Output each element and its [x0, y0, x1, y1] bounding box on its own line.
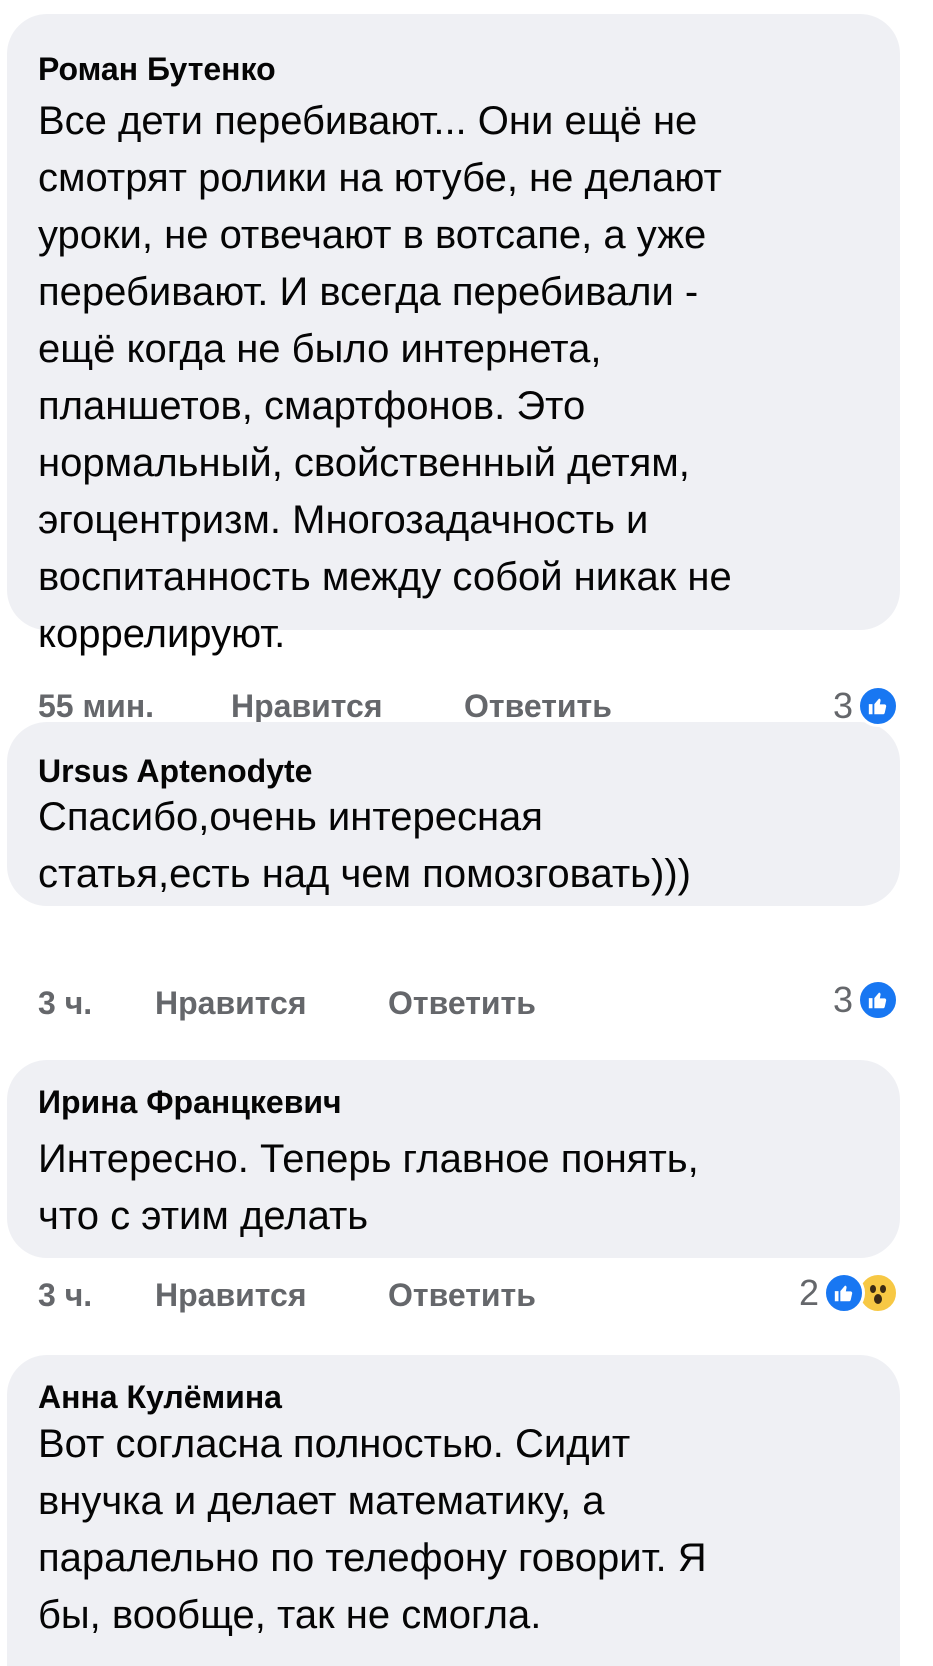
- comment-text-line: воспитанность между собой никак не: [38, 555, 732, 599]
- comment-timestamp[interactable]: 55 мин.: [38, 686, 154, 726]
- comment-text-line: уроки, не отвечают в вотсапе, а уже: [38, 213, 707, 257]
- comment-text-line: смотрят ролики на ютубе, не делают: [38, 156, 722, 200]
- comment-text: Спасибо,очень интересная статья,есть над…: [38, 789, 880, 903]
- comment-text-line: статья,есть над чем помозговать))): [38, 852, 691, 896]
- comment-text: Все дети перебивают... Они ещё не смотря…: [38, 93, 880, 663]
- comment-text-line: что с этим делать: [38, 1194, 369, 1238]
- comment-text-line: Спасибо,очень интересная: [38, 795, 543, 839]
- comment-meta: 3 ч. Нравится Ответить: [38, 1275, 898, 1315]
- comment-text-line: перебивают. И всегда перебивали -: [38, 270, 699, 314]
- comment-author[interactable]: Ursus Aptenodyte: [38, 751, 312, 791]
- comment-text-line: нормальный, свойственный детям,: [38, 441, 690, 485]
- comment-text-line: эгоцентризм. Многозадачность и: [38, 498, 649, 542]
- comment-text-line: коррелируют.: [38, 612, 286, 656]
- reply-button[interactable]: Ответить: [388, 1275, 536, 1315]
- comment-meta: 55 мин. Нравится Ответить: [38, 686, 898, 726]
- like-icon: [823, 1272, 865, 1314]
- comment-author[interactable]: Роман Бутенко: [38, 49, 276, 89]
- comment-text-line: Все дети перебивают... Они ещё не: [38, 99, 698, 143]
- comment-text: Интересно. Теперь главное понять, что с …: [38, 1131, 880, 1245]
- comment-text-line: паралельно по телефону говорит. Я: [38, 1536, 707, 1580]
- comment-text-line: планшетов, смартфонов. Это: [38, 384, 586, 428]
- reply-button[interactable]: Ответить: [464, 686, 612, 726]
- comment-bubble[interactable]: Ирина Францкевич Интересно. Теперь главн…: [7, 1060, 900, 1258]
- like-button[interactable]: Нравится: [155, 1275, 307, 1315]
- like-button[interactable]: Нравится: [231, 686, 383, 726]
- reaction-summary[interactable]: 3: [832, 979, 899, 1021]
- reply-button[interactable]: Ответить: [388, 983, 536, 1023]
- like-icon: [857, 685, 899, 727]
- like-icon: [857, 979, 899, 1021]
- comment-text-line: ещё когда не было интернета,: [38, 327, 602, 371]
- comment-bubble[interactable]: Роман Бутенко Все дети перебивают... Они…: [7, 14, 900, 656]
- reaction-count: 2: [798, 1272, 819, 1313]
- reaction-summary[interactable]: 2: [798, 1272, 899, 1314]
- comment-bubble[interactable]: Анна Кулёмина Вот согласна полностью. Си…: [7, 1355, 900, 1666]
- comment-bubble[interactable]: Ursus Aptenodyte Спасибо,очень интересна…: [7, 722, 900, 906]
- comment-text-line: Вот согласна полностью. Сидит: [38, 1422, 631, 1466]
- comment-timestamp[interactable]: 3 ч.: [38, 983, 92, 1023]
- comment-text-line: Интересно. Теперь главное понять,: [38, 1137, 699, 1181]
- like-button[interactable]: Нравится: [155, 983, 307, 1023]
- comment-text-line: внучка и делает математику, а: [38, 1479, 605, 1523]
- reaction-count: 3: [832, 979, 853, 1020]
- comment-meta: 3 ч. Нравится Ответить: [38, 983, 898, 1023]
- comment-author[interactable]: Анна Кулёмина: [38, 1377, 282, 1417]
- reaction-count: 3: [832, 685, 853, 726]
- comment-timestamp[interactable]: 3 ч.: [38, 1275, 92, 1315]
- comment-text-line: бы, вообще, так не смогла.: [38, 1593, 542, 1637]
- reaction-summary[interactable]: 3: [832, 685, 899, 727]
- comment-text: Вот согласна полностью. Сидит внучка и д…: [38, 1416, 880, 1644]
- comment-author[interactable]: Ирина Францкевич: [38, 1082, 342, 1122]
